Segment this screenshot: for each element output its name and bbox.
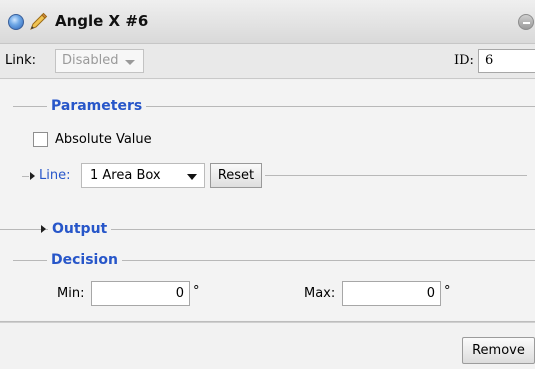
absolute-value-label[interactable]: Absolute Value bbox=[55, 132, 152, 147]
chevron-down-icon bbox=[187, 174, 197, 180]
chevron-down-icon bbox=[125, 60, 135, 65]
reset-button[interactable]: Reset bbox=[210, 163, 262, 188]
min-label: Min: bbox=[57, 286, 85, 301]
min-unit: ° bbox=[193, 284, 200, 299]
expand-arrow-icon[interactable] bbox=[41, 225, 46, 233]
title-bar: Angle X #6 bbox=[0, 0, 535, 44]
line-divider-right bbox=[265, 175, 527, 176]
max-unit: ° bbox=[444, 284, 451, 299]
remove-button[interactable]: Remove bbox=[462, 337, 535, 364]
id-field[interactable]: 6 bbox=[478, 49, 535, 73]
panel-title: Angle X #6 bbox=[55, 12, 149, 30]
id-label: ID: bbox=[454, 53, 474, 68]
absolute-value-checkbox[interactable] bbox=[33, 132, 48, 147]
decision-section-title[interactable]: Decision bbox=[47, 252, 122, 268]
parameters-section-title[interactable]: Parameters bbox=[47, 98, 147, 114]
output-section-title[interactable]: Output bbox=[48, 221, 112, 237]
link-dropdown-value: Disabled bbox=[62, 53, 119, 68]
collapse-icon[interactable] bbox=[518, 14, 534, 30]
line-label[interactable]: Line: bbox=[39, 168, 70, 183]
panel-content: Parameters Absolute Value Line: 1 Area B… bbox=[0, 80, 535, 320]
link-row: Link: Disabled ID: 6 bbox=[0, 44, 535, 79]
footer-divider bbox=[0, 321, 535, 323]
line-divider-left bbox=[22, 176, 29, 177]
link-label: Link: bbox=[5, 53, 37, 68]
line-dropdown[interactable]: 1 Area Box bbox=[81, 163, 205, 188]
min-input[interactable]: 0 bbox=[91, 281, 190, 306]
line-dropdown-value: 1 Area Box bbox=[90, 168, 161, 183]
max-label: Max: bbox=[304, 286, 336, 301]
status-orb-icon[interactable] bbox=[8, 14, 24, 30]
max-input[interactable]: 0 bbox=[342, 281, 441, 306]
pencil-icon[interactable] bbox=[28, 12, 48, 32]
link-dropdown[interactable]: Disabled bbox=[55, 49, 144, 73]
expand-arrow-icon[interactable] bbox=[30, 172, 35, 180]
angle-tool-panel: Angle X #6 Link: Disabled ID: 6 Paramete… bbox=[0, 0, 535, 369]
